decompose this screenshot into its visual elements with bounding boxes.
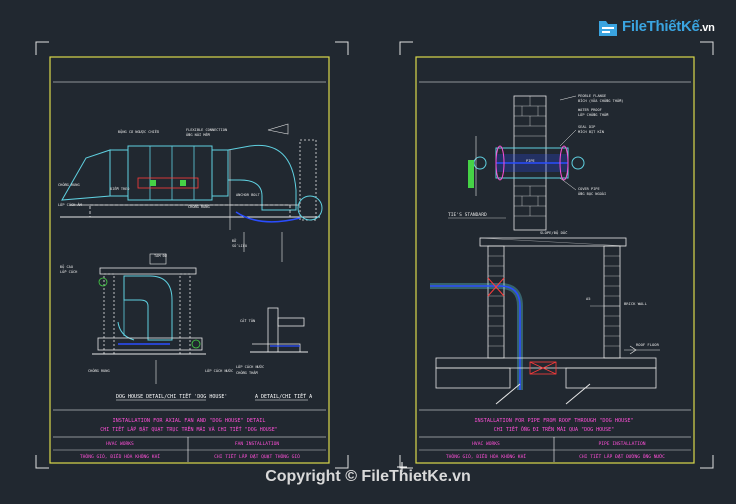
logo-text: FileThiếtKế.vn: [622, 18, 715, 35]
annotation-text: ANCHOR BOLT: [236, 193, 261, 197]
copyright-watermark: Copyright © FileThietKe.vn: [265, 468, 471, 485]
logo-suffix-text: .vn: [699, 22, 715, 34]
annotation-text: ỐNG BỌC NGOÀI: [578, 191, 606, 196]
title-block-cell: THÔNG GIÓ, ĐIỀU HÒA KHÔNG KHÍ: [446, 452, 526, 460]
detail-a-annotations: CẮT TÔN LỚP CÁCH NƯỚC CHỐNG THẤM: [236, 318, 264, 375]
view-caption: A DETAIL/CHI TIẾT A: [255, 392, 312, 400]
dog-house-section: [430, 237, 660, 405]
annotation-text: CHỐNG RUNG: [188, 204, 210, 209]
annotation-text: ĐỘ CAO: [60, 264, 73, 269]
dog-house-detail: [92, 253, 206, 384]
site-logo[interactable]: FileThiếtKế.vn: [596, 14, 716, 42]
annotation-text: CHỐNG THẤM: [236, 370, 258, 375]
annotation-text: ĐỠ: [232, 238, 237, 243]
annotation-text: CHỐNG RUNG: [58, 182, 80, 187]
annotation-text: SLOPE/ĐỘ DỐC: [540, 230, 567, 235]
title-block-cell: HVAC WORKS: [472, 441, 500, 447]
axial-fan-assembly: [60, 123, 323, 262]
annotation-text: LỚP CÁCH NƯỚC: [236, 364, 264, 369]
title-block-cell: PIPE INSTALLATION: [598, 441, 645, 447]
annotation-text: PIPE: [526, 159, 535, 163]
sheet-title-en: INSTALLATION FOR AXIAL FAN AND "DOG HOUS…: [112, 418, 265, 424]
annotation-text: FLEXIBLE CONNECTION: [186, 128, 227, 132]
dog-house-annotations: ĐỘ CAO LỐP CÁCH TAM ĐỠ LỚP CÁCH NƯỚC CHỐ…: [60, 253, 233, 373]
annotation-text: A5: [586, 296, 591, 301]
annotation-text: SEAL DIP: [578, 125, 595, 129]
crop-marks: [35, 41, 714, 469]
sheet-title-vn: CHI TIẾT LẮP ĐẶT QUẠT TRỤC TRÊN MÁI VÀ C…: [100, 425, 278, 433]
title-block-cell: FAN INSTALLATION: [235, 441, 279, 447]
title-block-cell: HVAC WORKS: [106, 441, 134, 447]
annotation-text: LỚP CÁCH ÂM: [58, 202, 83, 207]
annotation-text: ĐIỂM TREO: [110, 186, 129, 191]
annotation-text: TAM ĐỠ: [154, 253, 168, 258]
annotation-text: ROOF FLOOR: [636, 342, 660, 347]
title-block-cell: CHI TIẾT LẮP ĐẶT QUẠT THÔNG GIÓ: [214, 452, 300, 460]
wall-penetration-annotations: PEOBLE FLANGE BÍCH (VỮA CHỐNG THẤM) WATE…: [526, 94, 623, 196]
right-sheet-frame: [415, 56, 695, 464]
logo-main-text: FileThiếtKế: [622, 18, 700, 35]
annotation-text: COVER PIPE: [578, 187, 600, 191]
file-folder-icon: [599, 21, 617, 36]
view-caption: DOG HOUSE DETAIL/CHI TIẾT 'DOG HOUSE': [116, 392, 227, 400]
annotation-text: TIE'S STANDARD: [448, 212, 487, 218]
annotation-text: MÍCH BỊT KÍN: [578, 129, 604, 134]
sheet-title-vn: CHI TIẾT ỐNG ĐI TRÊN MÁI QUA "DOG HOUSE": [494, 425, 614, 433]
annotation-text: CẮT TÔN: [240, 318, 255, 323]
annotation-text: CHỐNG RUNG: [88, 368, 110, 373]
title-block-cell: CHI TIẾT LẮP ĐẶT ĐƯỜNG ỐNG NƯỚC: [579, 452, 665, 460]
right-sheet: PEOBLE FLANGE BÍCH (VỮA CHỐNG THẤM) WATE…: [415, 56, 695, 464]
annotation-text: ĐỘNG CƠ NGƯỢC CHIỀU: [118, 129, 159, 134]
left-sheet-frame: [49, 56, 330, 464]
dog-house-section-annotations: SLOPE/ĐỘ DỐC BRICK WALL ROOF FLOOR A5: [540, 230, 660, 347]
detail-a: [250, 307, 308, 353]
annotation-text: LỐP CÁCH: [60, 269, 77, 274]
annotation-text: LỚP CHỐNG THẤM: [578, 112, 609, 117]
annotation-text: BÍCH (VỮA CHỐNG THẤM): [578, 98, 623, 103]
annotation-text: PEOBLE FLANGE: [578, 94, 606, 98]
annotation-text: SỐ LIỆU: [232, 243, 247, 248]
annotation-text: WATER PROOF: [578, 108, 602, 112]
cad-drawing-canvas[interactable]: ĐỘNG CƠ NGƯỢC CHIỀU FLEXIBLE CONNECTION …: [0, 0, 736, 504]
annotation-text: ỐNG NỐI MỀM: [186, 132, 211, 137]
left-sheet: ĐỘNG CƠ NGƯỢC CHIỀU FLEXIBLE CONNECTION …: [49, 56, 330, 464]
annotation-text: LỚP CÁCH NƯỚC: [205, 368, 233, 373]
title-block-cell: THÔNG GIÓ, ĐIỀU HÒA KHÔNG KHÍ: [80, 452, 160, 460]
annotation-text: BRICK WALL: [624, 301, 648, 306]
wall-penetration-detail: [468, 95, 585, 231]
sheet-title-en: INSTALLATION FOR PIPE FROM ROOF THROUGH …: [474, 418, 633, 424]
